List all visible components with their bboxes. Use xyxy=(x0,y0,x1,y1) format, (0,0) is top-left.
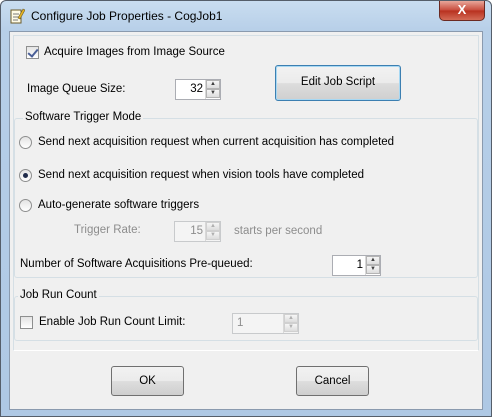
spin-down-icon[interactable]: ▼ xyxy=(366,265,380,274)
image-queue-size-stepper[interactable]: 32 ▲ ▼ xyxy=(175,79,221,100)
dialog-window: Configure Job Properties - CogJob1 X Acq… xyxy=(0,0,492,417)
ok-label: OK xyxy=(139,375,156,387)
ok-button[interactable]: OK xyxy=(111,366,184,396)
radio-current-acquisition-completed[interactable] xyxy=(19,136,32,149)
title-bar[interactable]: Configure Job Properties - CogJob1 X xyxy=(1,1,491,31)
enable-run-count-limit-checkbox[interactable] xyxy=(20,316,33,329)
spin-up-icon[interactable]: ▲ xyxy=(366,256,380,265)
trigger-rate-stepper[interactable]: 15 ▲ ▼ xyxy=(174,221,221,242)
run-count-limit-stepper[interactable]: 1 ▲ ▼ xyxy=(232,313,299,334)
acquire-images-label: Acquire Images from Image Source xyxy=(44,46,225,58)
prequeued-label: Number of Software Acquisitions Pre-queu… xyxy=(20,258,253,270)
radio-label-auto-generate-triggers: Auto-generate software triggers xyxy=(38,199,200,211)
cancel-label: Cancel xyxy=(314,375,351,387)
spin-down-icon[interactable]: ▼ xyxy=(284,323,298,332)
trigger-rate-value: 15 xyxy=(190,225,203,237)
spin-down-icon[interactable]: ▼ xyxy=(206,231,220,240)
spin-up-icon[interactable]: ▲ xyxy=(206,222,220,231)
acquire-images-checkbox[interactable] xyxy=(26,46,39,59)
cancel-button[interactable]: Cancel xyxy=(296,366,369,396)
radio-label-vision-tools-completed: Send next acquisition request when visio… xyxy=(38,169,365,181)
prequeued-stepper[interactable]: 1 ▲ ▼ xyxy=(332,255,381,276)
notepad-pencil-icon xyxy=(10,8,25,24)
spin-up-icon[interactable]: ▲ xyxy=(284,314,298,323)
radio-vision-tools-completed[interactable] xyxy=(19,169,32,182)
software-trigger-mode-label: Software Trigger Mode xyxy=(23,111,144,123)
dialog-client-area: Acquire Images from Image Source Image Q… xyxy=(9,31,483,410)
run-count-limit-value: 1 xyxy=(237,317,244,329)
trigger-rate-units: starts per second xyxy=(234,225,323,237)
job-run-count-label: Job Run Count xyxy=(18,289,99,301)
radio-label-current-acquisition-completed: Send next acquisition request when curre… xyxy=(38,136,395,148)
close-icon: X xyxy=(457,2,467,17)
close-button[interactable]: X xyxy=(439,1,485,21)
spin-up-icon[interactable]: ▲ xyxy=(206,80,220,89)
edit-job-script-label: Edit Job Script xyxy=(300,76,376,88)
trigger-rate-label: Trigger Rate: xyxy=(74,224,141,236)
image-queue-size-value: 32 xyxy=(190,83,203,95)
window-title: Configure Job Properties - CogJob1 xyxy=(31,9,223,23)
prequeued-value: 1 xyxy=(356,259,363,271)
radio-auto-generate-triggers[interactable] xyxy=(19,199,32,212)
edit-job-script-button[interactable]: Edit Job Script xyxy=(275,65,401,101)
image-queue-size-label: Image Queue Size: xyxy=(27,83,126,95)
spin-down-icon[interactable]: ▼ xyxy=(206,89,220,98)
enable-run-count-limit-label: Enable Job Run Count Limit: xyxy=(39,316,186,328)
